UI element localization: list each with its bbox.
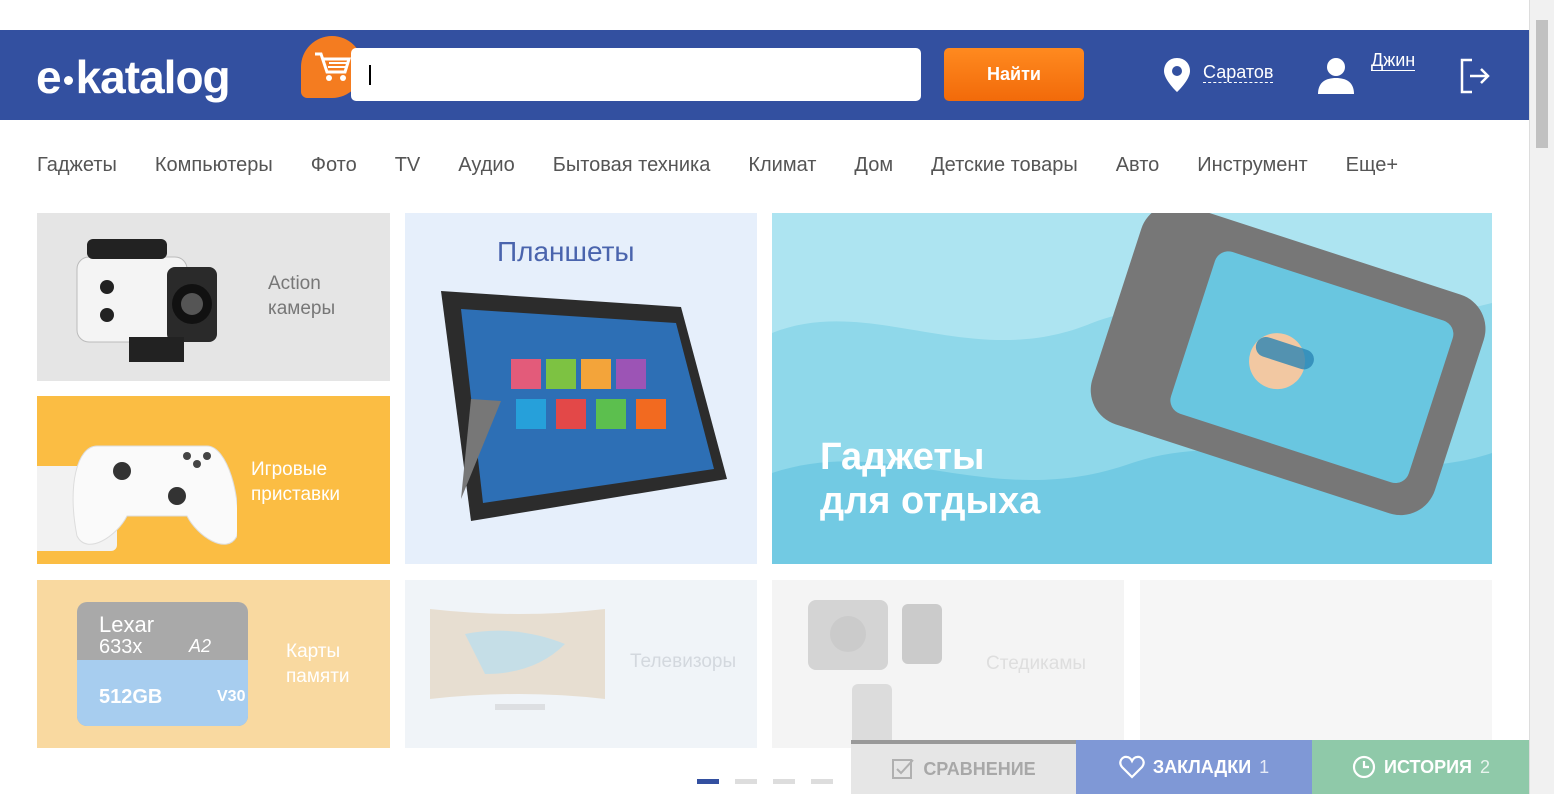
logout-icon bbox=[1460, 58, 1490, 94]
city-label[interactable]: Саратов bbox=[1203, 62, 1274, 83]
bookmarks-label: ЗАКЛАДКИ bbox=[1152, 756, 1252, 777]
user-account[interactable]: Джин bbox=[1316, 50, 1416, 94]
checkbox-icon bbox=[892, 759, 915, 779]
tile-memory-line1: Карты bbox=[286, 641, 341, 662]
city-selector[interactable]: Саратов bbox=[1162, 56, 1274, 94]
nav-item-computers[interactable]: Компьютеры bbox=[155, 154, 273, 177]
microsd-size: 512GB bbox=[99, 686, 163, 708]
clock-icon bbox=[1352, 755, 1376, 779]
user-name[interactable]: Джин bbox=[1371, 50, 1416, 71]
nav-item-kids[interactable]: Детские товары bbox=[931, 154, 1078, 177]
carousel-dots bbox=[697, 779, 833, 784]
text-caret bbox=[369, 65, 371, 85]
tile-tvs-label: Телевизоры bbox=[630, 651, 737, 672]
action-camera-image bbox=[76, 239, 217, 362]
tile-memory-line2: памяти bbox=[286, 666, 350, 687]
logo[interactable]: e katalog bbox=[36, 36, 363, 104]
bookmarks-button[interactable]: ЗАКЛАДКИ 1 bbox=[1076, 740, 1312, 794]
tile-tablets[interactable]: Планшеты bbox=[405, 213, 757, 564]
compare-button[interactable]: СРАВНЕНИЕ bbox=[851, 740, 1076, 794]
compare-label: СРАВНЕНИЕ bbox=[923, 758, 1036, 779]
nav-item-tools[interactable]: Инструмент bbox=[1197, 154, 1307, 177]
logo-left: e bbox=[36, 51, 62, 103]
tile-promo-line2: для отдыха bbox=[820, 480, 1041, 522]
category-nav: Гаджеты Компьютеры Фото TV Аудио Бытовая… bbox=[37, 154, 1398, 177]
tile-steadicams[interactable]: Стедикамы bbox=[772, 580, 1124, 748]
tile-extra[interactable] bbox=[1140, 580, 1492, 748]
history-count: 2 bbox=[1479, 756, 1490, 777]
history-label: ИСТОРИЯ bbox=[1384, 756, 1472, 777]
nav-item-photo[interactable]: Фото bbox=[311, 154, 357, 177]
nav-item-audio[interactable]: Аудио bbox=[458, 154, 514, 177]
steadicam-image bbox=[808, 600, 942, 748]
nav-item-climate[interactable]: Климат bbox=[748, 154, 816, 177]
bookmarks-count: 1 bbox=[1259, 756, 1270, 777]
nav-item-gadgets[interactable]: Гаджеты bbox=[37, 154, 117, 177]
tv-image bbox=[430, 609, 605, 710]
tile-memory-cards[interactable]: Lexar 633x A2 512GB V30 Карты памяти bbox=[37, 580, 390, 748]
carousel-dot-1[interactable] bbox=[697, 779, 719, 784]
microsd-brand: Lexar bbox=[99, 612, 155, 637]
microsd-class: A2 bbox=[189, 636, 212, 656]
tile-promo-label: Гаджеты для отдыха bbox=[820, 435, 1040, 523]
carousel-dot-2[interactable] bbox=[735, 779, 757, 784]
tile-consoles-label: Игровые приставки bbox=[251, 457, 340, 507]
heart-icon bbox=[1119, 755, 1145, 779]
microsd-v: V30 bbox=[217, 688, 246, 705]
tile-tvs[interactable]: Телевизоры bbox=[405, 580, 757, 748]
top-strip bbox=[0, 0, 1530, 30]
microsd-card-image: Lexar 633x A2 512GB V30 bbox=[77, 602, 248, 726]
tile-game-consoles[interactable]: Игровые приставки bbox=[37, 396, 390, 564]
nav-item-more[interactable]: Еще+ bbox=[1346, 154, 1398, 177]
nav-item-home[interactable]: Дом bbox=[854, 154, 893, 177]
search-input[interactable] bbox=[351, 48, 921, 101]
logo-right: katalog bbox=[75, 51, 231, 103]
tile-memory-label: Карты памяти bbox=[286, 639, 350, 689]
tile-consoles-line1: Игровые bbox=[251, 459, 328, 480]
history-button[interactable]: ИСТОРИЯ 2 bbox=[1312, 740, 1530, 794]
microsd-speed: 633x bbox=[99, 636, 143, 658]
location-pin-icon bbox=[1164, 58, 1190, 92]
logo-dot bbox=[63, 76, 73, 86]
tablet-image bbox=[441, 291, 727, 521]
tile-action-line1: Action bbox=[268, 273, 321, 294]
carousel-dot-3[interactable] bbox=[773, 779, 795, 784]
nav-item-tv[interactable]: TV bbox=[395, 154, 421, 177]
tile-promo-gadgets[interactable]: Гаджеты для отдыха bbox=[772, 213, 1492, 564]
search-button[interactable]: Найти bbox=[944, 48, 1084, 101]
tile-steadicams-label: Стедикамы bbox=[986, 653, 1087, 674]
tile-action-line2: камеры bbox=[268, 298, 336, 319]
carousel-dot-4[interactable] bbox=[811, 779, 833, 784]
tile-promo-line1: Гаджеты bbox=[820, 436, 985, 478]
header: e katalog Найти Саратов Джин bbox=[0, 30, 1530, 120]
scrollbar[interactable] bbox=[1529, 0, 1554, 794]
nav-item-auto[interactable]: Авто bbox=[1116, 154, 1160, 177]
nav-item-appliances[interactable]: Бытовая техника bbox=[553, 154, 711, 177]
bottom-toolbar: СРАВНЕНИЕ ЗАКЛАДКИ 1 ИСТОРИЯ 2 bbox=[851, 740, 1530, 794]
tile-action-label: Action камеры bbox=[268, 271, 335, 321]
tile-tablets-label: Планшеты bbox=[497, 236, 635, 267]
logout-button[interactable] bbox=[1460, 58, 1490, 99]
gamepad-image bbox=[37, 445, 237, 551]
tile-action-cameras[interactable]: Action камеры bbox=[37, 213, 390, 381]
user-icon bbox=[1318, 58, 1354, 94]
scrollbar-thumb[interactable] bbox=[1536, 20, 1548, 148]
tile-consoles-line2: приставки bbox=[251, 484, 341, 505]
